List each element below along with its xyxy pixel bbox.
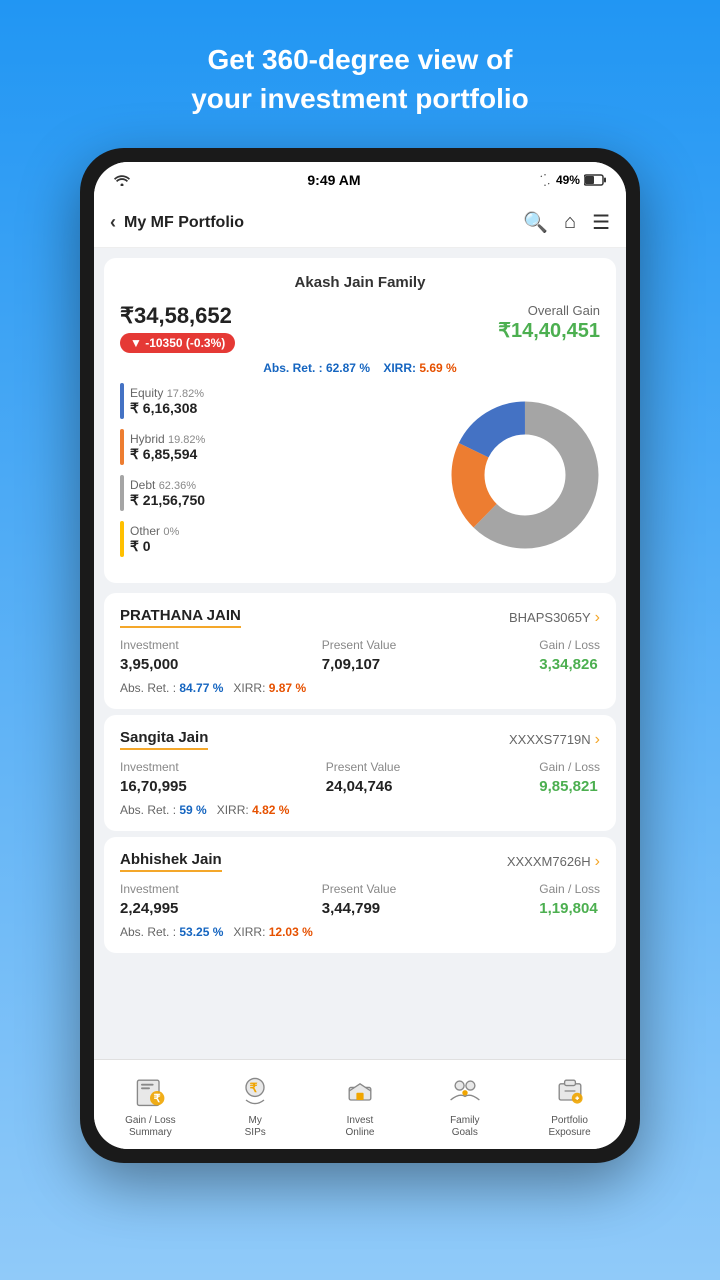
returns-row: Abs. Ret. : 62.87 % XIRR: 5.69 % <box>120 361 600 375</box>
gain-loss-col: Gain / Loss 3,34,826 <box>539 638 600 673</box>
status-wifi <box>114 174 130 186</box>
present-value-col: Present Value 24,04,746 <box>326 760 401 795</box>
member-returns-abhishek: Abs. Ret. : 53.25 % XIRR: 12.03 % <box>120 925 600 939</box>
nav-bar: ‹ My MF Portfolio 🔍 ⌂ ☰ <box>94 198 626 248</box>
page-title: My MF Portfolio <box>124 214 244 232</box>
portfolio-body: Equity 17.82% ₹ 6,16,308 Hybrid 19.82% ₹… <box>120 383 600 567</box>
member-name-abhishek: Abhishek Jain <box>120 851 222 872</box>
nav-item-portfolio[interactable]: PortfolioExposure <box>517 1071 622 1139</box>
status-bar: 9:49 AM 49% <box>94 162 626 198</box>
legend: Equity 17.82% ₹ 6,16,308 Hybrid 19.82% ₹… <box>120 383 440 567</box>
invest-label: InvestOnline <box>346 1115 375 1139</box>
nav-item-gain-loss[interactable]: ₹ Gain / LossSummary <box>98 1071 203 1139</box>
sips-label: MySIPs <box>245 1115 266 1139</box>
nav-right: 🔍 ⌂ ☰ <box>523 210 610 235</box>
change-badge: ▼ -10350 (-0.3%) <box>120 333 235 353</box>
portfolio-card: Akash Jain Family ₹34,58,652 ▼ -10350 (-… <box>104 258 616 583</box>
svg-text:₹: ₹ <box>154 1093 161 1105</box>
family-label: FamilyGoals <box>450 1115 479 1139</box>
investment-col: Investment 3,95,000 <box>120 638 179 673</box>
debt-dot <box>120 475 124 511</box>
investment-col: Investment 16,70,995 <box>120 760 187 795</box>
phone-screen: 9:49 AM 49% ‹ My MF Portfolio 🔍 ⌂ ☰ <box>94 162 626 1149</box>
member-card-sangita[interactable]: Sangita Jain XXXXS7719N › Investment 16,… <box>104 715 616 831</box>
abs-ret-label: Abs. Ret. : <box>263 361 322 375</box>
hybrid-info: Hybrid 19.82% ₹ 6,85,594 <box>130 432 205 463</box>
donut-chart <box>450 400 600 550</box>
other-dot <box>120 521 124 557</box>
other-info: Other 0% ₹ 0 <box>130 524 179 555</box>
abs-ret-value: 62.87 % <box>326 361 370 375</box>
member-cols-sangita: Investment 16,70,995 Present Value 24,04… <box>120 760 600 795</box>
nav-item-invest[interactable]: InvestOnline <box>308 1071 413 1139</box>
xirr-value: 5.69 % <box>419 361 456 375</box>
present-value-col: Present Value 7,09,107 <box>322 638 397 673</box>
member-card-prathana[interactable]: PRATHANA JAIN BHAPS3065Y › Investment 3,… <box>104 593 616 709</box>
member-returns-prathana: Abs. Ret. : 84.77 % XIRR: 9.87 % <box>120 681 600 695</box>
debt-info: Debt 62.36% ₹ 21,56,750 <box>130 478 205 509</box>
chevron-right-icon: › <box>595 853 600 871</box>
member-name-sangita: Sangita Jain <box>120 729 208 750</box>
legend-other: Other 0% ₹ 0 <box>120 521 440 557</box>
menu-icon[interactable]: ☰ <box>592 210 610 235</box>
search-icon[interactable]: 🔍 <box>523 210 548 235</box>
phone-frame: 9:49 AM 49% ‹ My MF Portfolio 🔍 ⌂ ☰ <box>80 148 640 1163</box>
hero-text: Get 360-degree view of your investment p… <box>171 0 549 138</box>
home-icon[interactable]: ⌂ <box>564 211 576 234</box>
main-content: Akash Jain Family ₹34,58,652 ▼ -10350 (-… <box>94 248 626 1059</box>
gain-loss-label: Gain / LossSummary <box>125 1115 176 1139</box>
member-card-abhishek[interactable]: Abhishek Jain XXXXM7626H › Investment 2,… <box>104 837 616 953</box>
member-header-abhishek: Abhishek Jain XXXXM7626H › <box>120 851 600 872</box>
family-name: Akash Jain Family <box>120 274 600 291</box>
member-returns-sangita: Abs. Ret. : 59 % XIRR: 4.82 % <box>120 803 600 817</box>
equity-dot <box>120 383 124 419</box>
legend-hybrid: Hybrid 19.82% ₹ 6,85,594 <box>120 429 440 465</box>
member-header-sangita: Sangita Jain XXXXS7719N › <box>120 729 600 750</box>
nav-left: ‹ My MF Portfolio <box>110 212 244 233</box>
portfolio-label: PortfolioExposure <box>548 1115 590 1139</box>
legend-equity: Equity 17.82% ₹ 6,16,308 <box>120 383 440 419</box>
gain-loss-icon: ₹ <box>130 1071 170 1111</box>
chevron-right-icon: › <box>595 731 600 749</box>
family-icon <box>445 1071 485 1111</box>
overall-gain-value: ₹14,40,451 <box>498 318 600 343</box>
invest-icon <box>340 1071 380 1111</box>
equity-info: Equity 17.82% ₹ 6,16,308 <box>130 386 204 417</box>
investment-col: Investment 2,24,995 <box>120 882 179 917</box>
overall-gain-label: Overall Gain <box>498 303 600 318</box>
status-battery: 49% <box>538 173 606 187</box>
legend-debt: Debt 62.36% ₹ 21,56,750 <box>120 475 440 511</box>
member-id-abhishek: XXXXM7626H › <box>507 853 600 871</box>
bottom-nav: ₹ Gain / LossSummary ₹ MySIPs <box>94 1059 626 1149</box>
member-id-prathana: BHAPS3065Y › <box>509 609 600 627</box>
chevron-right-icon: › <box>595 609 600 627</box>
portfolio-top: ₹34,58,652 ▼ -10350 (-0.3%) Overall Gain… <box>120 303 600 353</box>
member-cols-abhishek: Investment 2,24,995 Present Value 3,44,7… <box>120 882 600 917</box>
overall-gain-section: Overall Gain ₹14,40,451 <box>498 303 600 343</box>
present-value-col: Present Value 3,44,799 <box>322 882 397 917</box>
nav-item-sips[interactable]: ₹ MySIPs <box>203 1071 308 1139</box>
svg-text:₹: ₹ <box>250 1081 259 1095</box>
portfolio-left: ₹34,58,652 ▼ -10350 (-0.3%) <box>120 303 235 353</box>
gain-loss-col: Gain / Loss 9,85,821 <box>539 760 600 795</box>
status-time: 9:49 AM <box>307 172 360 188</box>
member-header-prathana: PRATHANA JAIN BHAPS3065Y › <box>120 607 600 628</box>
back-button[interactable]: ‹ <box>110 212 116 233</box>
member-name-prathana: PRATHANA JAIN <box>120 607 241 628</box>
xirr-label: XIRR: <box>383 361 416 375</box>
total-value: ₹34,58,652 <box>120 303 235 329</box>
sips-icon: ₹ <box>235 1071 275 1111</box>
gain-loss-col: Gain / Loss 1,19,804 <box>539 882 600 917</box>
member-id-sangita: XXXXS7719N › <box>509 731 600 749</box>
hybrid-dot <box>120 429 124 465</box>
nav-item-family[interactable]: FamilyGoals <box>412 1071 517 1139</box>
portfolio-icon <box>550 1071 590 1111</box>
member-cols-prathana: Investment 3,95,000 Present Value 7,09,1… <box>120 638 600 673</box>
